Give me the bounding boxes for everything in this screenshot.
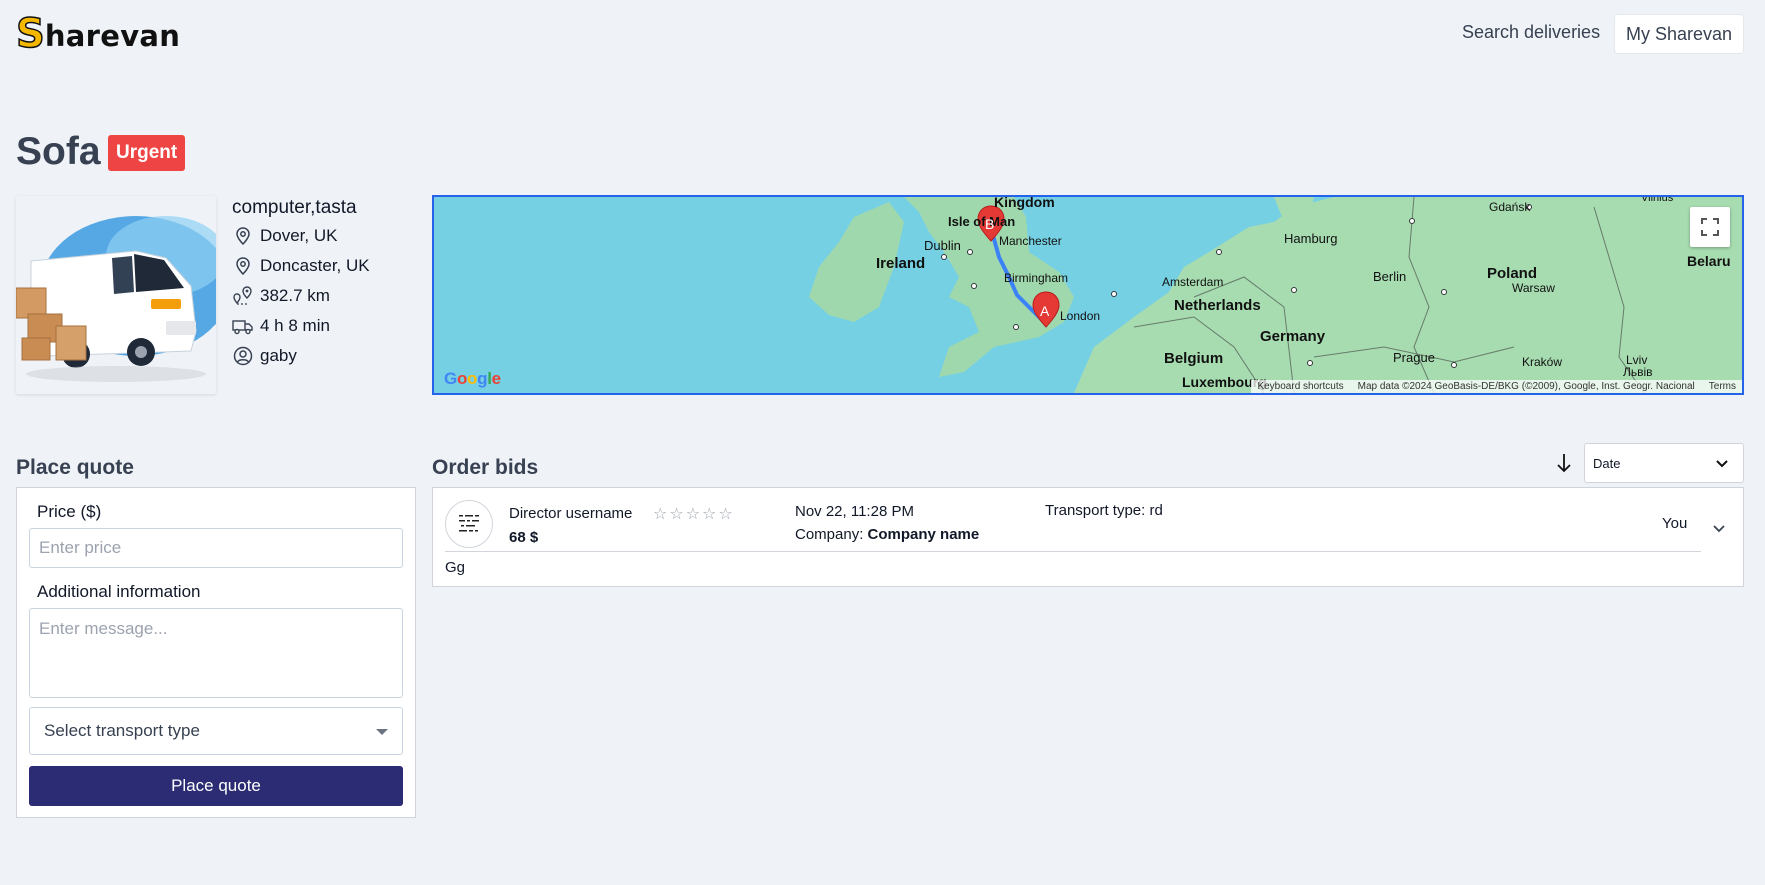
map-label-hamburg: Hamburg [1284,231,1338,246]
transport-type-placeholder: Select transport type [44,721,200,740]
chevron-down-icon [1713,525,1725,533]
distance-row: 382.7 km [232,282,432,310]
bid-owner-tag: You [1662,515,1688,532]
sharevan-logo[interactable]: S harevan [15,11,181,57]
map-label-amsterdam: Amsterdam [1162,275,1224,289]
company-label: Company: [795,526,864,543]
arrow-down-icon [1557,454,1571,473]
location-pin-icon [232,225,254,247]
price-label: Price ($) [37,502,102,521]
van-illustration [16,216,216,382]
map-label-isle-of-man: Isle of Man [948,214,1016,229]
transport-type-select[interactable]: Select transport type [29,707,403,755]
duration-row: 4 h 8 min [232,312,432,340]
distance-text: 382.7 km [260,286,330,305]
fullscreen-button[interactable] [1690,207,1730,247]
map-label-london: London [1060,309,1101,323]
sort-select[interactable]: Date [1584,443,1744,483]
user-text: gaby [260,346,297,365]
logo-s: S [15,11,45,57]
destination-row: Doncaster, UK [232,252,432,280]
bid-divider [445,551,1701,552]
terms-link[interactable]: Terms [1709,381,1736,392]
origin-row: Dover, UK [232,222,432,250]
place-quote-form: Price ($) Additional information Select … [16,487,416,818]
bid-price: 68 $ [509,529,539,546]
user-row: gaby [232,342,432,370]
destination-text: Doncaster, UK [260,256,370,275]
map-label-warsaw: Warsaw [1512,281,1555,295]
google-logo[interactable]: Google [444,369,501,389]
search-deliveries-link[interactable]: Search deliveries [1462,22,1600,43]
map-label-belgium: Belgium [1164,350,1224,367]
order-bids-title: Order bids [432,456,539,479]
sort-select-value: Date [1593,455,1621,471]
map-label-poland: Poland [1487,265,1538,282]
map-label-ireland: Ireland [876,255,926,272]
map-label-kingdom: Kingdom [994,195,1055,210]
company-name: Company name [867,526,980,543]
map-label-krakow: Kraków [1522,355,1563,369]
rating-stars: ☆☆☆☆☆ [653,506,735,523]
urgent-badge: Urgent [108,135,186,171]
header: S harevan Search deliveries My Sharevan [0,0,1765,72]
map-label-prague: Prague [1393,350,1435,365]
marker-a-label: A [1040,303,1050,319]
bid-company: Company: Company name [795,526,979,543]
place-quote-button[interactable]: Place quote [29,766,403,806]
map-label-manchester: Manchester [999,234,1062,248]
company-logo-icon [459,515,479,532]
bid-date: Nov 22, 11:28 PM [795,503,914,520]
location-pin-icon [232,255,254,277]
truck-clock-icon [232,315,254,337]
price-input[interactable] [29,528,403,568]
map-label-gdansk: Gdańsk [1489,200,1531,214]
map-label-berlin: Berlin [1373,269,1407,284]
origin-text: Dover, UK [260,226,338,245]
route-map[interactable]: Kingdom Isle of Man Manchester Dublin Ir… [432,195,1744,395]
page-title: Sofa [16,130,101,173]
sort-direction-button[interactable] [1554,452,1574,474]
place-quote-title: Place quote [16,456,134,479]
message-textarea[interactable] [29,608,403,698]
bid-message: Gg [445,559,466,576]
caret-down-icon [376,729,388,735]
marker-b-label: B [985,216,995,232]
my-sharevan-button[interactable]: My Sharevan [1614,14,1744,54]
fullscreen-icon [1701,218,1719,236]
map-label-lviv-local: Львів [1623,365,1653,379]
map-data-text: Map data ©2024 GeoBasis-DE/BKG (©2009), … [1357,381,1695,392]
expand-bid-button[interactable] [1709,518,1729,538]
bidder-username: Director username [509,505,633,522]
map-label-vilnius: Vilnius [1641,195,1674,204]
map-attribution: Keyboard shortcuts Map data ©2024 GeoBas… [1251,380,1742,393]
bid-transport-type: Transport type: rd [1045,502,1163,519]
logo-text: harevan [44,19,181,53]
bidder-avatar [445,500,493,548]
keyboard-shortcuts-link[interactable]: Keyboard shortcuts [1257,381,1343,392]
map-label-dublin: Dublin [924,238,961,253]
user-circle-icon [232,345,254,367]
map-label-netherlands: Netherlands [1174,297,1261,314]
map-label-germany: Germany [1260,328,1326,345]
order-details: computer,tasta Dover, UK Doncaster, UK 3… [232,196,432,370]
bid-item: Director username 68 $ ☆☆☆☆☆ Nov 22, 11:… [432,487,1744,587]
additional-info-label: Additional information [37,582,201,601]
order-image [16,196,216,394]
map-label-belarus: Belaru [1687,253,1731,269]
order-items: computer,tasta [232,197,357,218]
map-label-birmingham: Birmingham [1004,271,1069,285]
route-icon [232,285,254,307]
duration-text: 4 h 8 min [260,316,330,335]
chevron-down-icon [1716,460,1728,468]
